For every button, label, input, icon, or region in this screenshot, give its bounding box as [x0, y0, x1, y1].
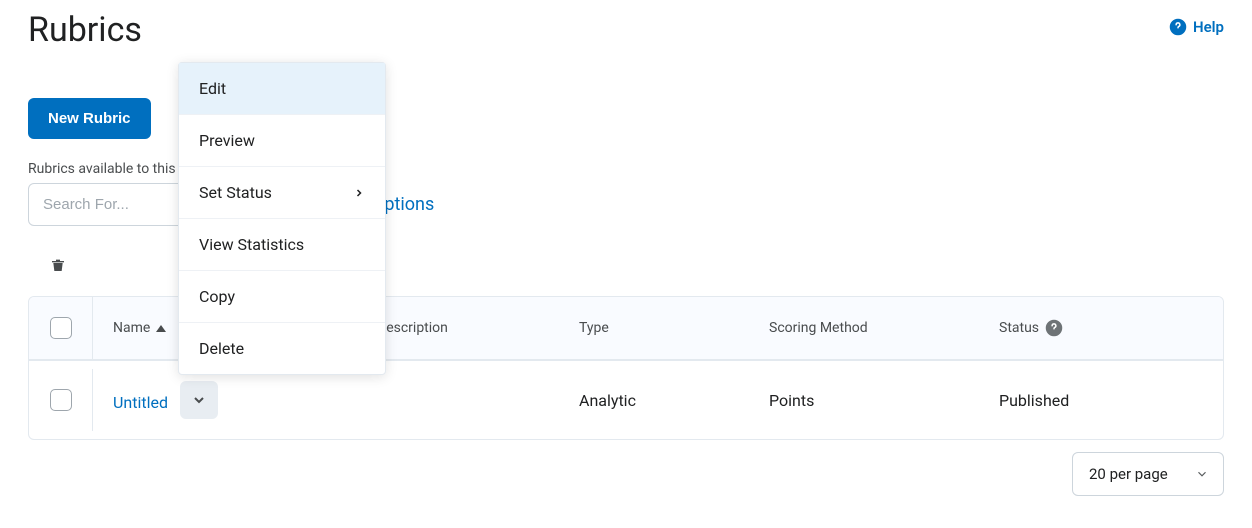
row-type: Analytic	[559, 371, 749, 430]
menu-item-label: Preview	[199, 131, 255, 150]
per-page-select[interactable]: 20 per page	[1072, 452, 1224, 496]
menu-item-edit[interactable]: Edit	[179, 63, 385, 115]
rubric-name-link[interactable]: Untitled	[113, 393, 168, 412]
new-rubric-button[interactable]: New Rubric	[28, 98, 151, 139]
help-icon	[1169, 18, 1187, 36]
column-header-name-label: Name	[113, 320, 150, 336]
page-title: Rubrics	[28, 10, 142, 50]
help-link[interactable]: Help	[1169, 18, 1224, 36]
column-header-type[interactable]: Type	[559, 300, 749, 356]
menu-item-preview[interactable]: Preview	[179, 115, 385, 167]
menu-item-set-status[interactable]: Set Status	[179, 167, 385, 219]
menu-item-label: Copy	[199, 287, 235, 306]
menu-item-label: Set Status	[199, 183, 272, 202]
row-scoring-method: Points	[749, 371, 979, 430]
menu-item-delete[interactable]: Delete	[179, 323, 385, 374]
row-actions-dropdown-toggle[interactable]	[180, 381, 218, 419]
column-header-type-label: Type	[579, 320, 609, 336]
row-status: Published	[979, 371, 1223, 430]
column-header-status[interactable]: Status	[979, 299, 1223, 357]
per-page-label: 20 per page	[1089, 465, 1168, 483]
menu-item-copy[interactable]: Copy	[179, 271, 385, 323]
column-header-status-label: Status	[999, 320, 1039, 336]
row-description	[357, 380, 559, 420]
trash-icon[interactable]	[50, 256, 66, 274]
column-header-description[interactable]: Description	[357, 300, 559, 356]
help-label: Help	[1193, 18, 1224, 36]
row-actions-menu: Edit Preview Set Status View Statistics …	[178, 62, 386, 375]
status-help-icon[interactable]	[1045, 319, 1063, 337]
chevron-down-icon	[191, 392, 207, 408]
menu-item-label: View Statistics	[199, 235, 304, 254]
row-checkbox[interactable]	[50, 389, 72, 411]
menu-item-view-statistics[interactable]: View Statistics	[179, 219, 385, 271]
chevron-down-icon	[1195, 467, 1209, 481]
menu-item-label: Delete	[199, 339, 244, 358]
column-header-scoring-method-label: Scoring Method	[769, 320, 868, 336]
chevron-right-icon	[353, 187, 365, 199]
menu-item-label: Edit	[199, 79, 226, 98]
column-header-description-label: Description	[377, 320, 448, 336]
sort-asc-icon	[156, 325, 166, 332]
column-header-scoring-method[interactable]: Scoring Method	[749, 300, 979, 356]
select-all-checkbox[interactable]	[50, 317, 72, 339]
